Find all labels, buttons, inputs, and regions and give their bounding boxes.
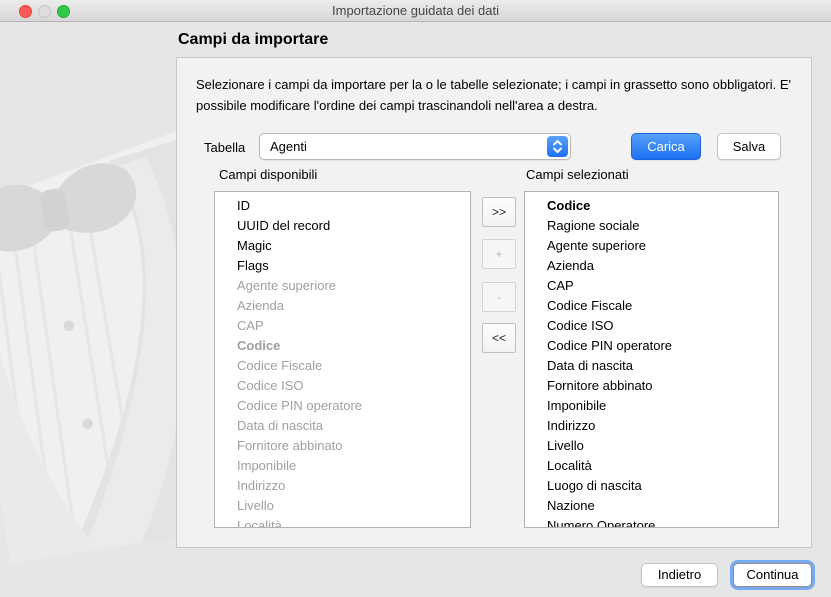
list-item[interactable]: CAP <box>215 316 470 336</box>
instructions-text: Selezionare i campi da importare per la … <box>196 74 798 116</box>
list-item[interactable]: Agente superiore <box>525 236 778 256</box>
table-select-value: Agenti <box>270 139 307 154</box>
load-button[interactable]: Carica <box>631 133 701 160</box>
list-item[interactable]: Luogo di nascita <box>525 476 778 496</box>
remove-field-button: - <box>482 282 516 312</box>
list-item[interactable]: Numero Operatore <box>525 516 778 528</box>
list-item[interactable]: CAP <box>525 276 778 296</box>
move-all-right-button[interactable]: >> <box>482 197 516 227</box>
selected-fields-label: Campi selezionati <box>526 167 629 182</box>
list-item[interactable]: Flags <box>215 256 470 276</box>
save-button[interactable]: Salva <box>717 133 781 160</box>
list-item[interactable]: Fornitore abbinato <box>215 436 470 456</box>
list-item[interactable]: Livello <box>215 496 470 516</box>
add-field-button: + <box>482 239 516 269</box>
list-item[interactable]: Codice PIN operatore <box>215 396 470 416</box>
back-button[interactable]: Indietro <box>641 563 718 587</box>
continue-button[interactable]: Continua <box>733 563 812 587</box>
available-fields-label: Campi disponibili <box>219 167 317 182</box>
list-item[interactable]: Nazione <box>525 496 778 516</box>
import-wizard-window: Importazione guidata dei dati Campi da i… <box>0 0 831 597</box>
list-item[interactable]: Codice ISO <box>525 316 778 336</box>
list-item[interactable]: Codice PIN operatore <box>525 336 778 356</box>
list-item[interactable]: Località <box>525 456 778 476</box>
titlebar: Importazione guidata dei dati <box>0 0 831 22</box>
list-item[interactable]: ID <box>215 196 470 216</box>
list-item[interactable]: Indirizzo <box>525 416 778 436</box>
list-item[interactable]: Data di nascita <box>215 416 470 436</box>
list-item[interactable]: Data di nascita <box>525 356 778 376</box>
list-item[interactable]: UUID del record <box>215 216 470 236</box>
list-item[interactable]: Codice Fiscale <box>525 296 778 316</box>
window-title: Importazione guidata dei dati <box>0 0 831 22</box>
list-item[interactable]: Codice Fiscale <box>215 356 470 376</box>
move-all-left-button[interactable]: << <box>482 323 516 353</box>
table-select[interactable]: Agenti <box>259 133 571 160</box>
chevron-up-down-icon <box>547 136 568 157</box>
list-item[interactable]: Magic <box>215 236 470 256</box>
list-item[interactable]: Imponibile <box>525 396 778 416</box>
list-item[interactable]: Codice ISO <box>215 376 470 396</box>
list-item[interactable]: Ragione sociale <box>525 216 778 236</box>
list-item[interactable]: Indirizzo <box>215 476 470 496</box>
list-item[interactable]: Codice <box>525 196 778 216</box>
list-item[interactable]: Agente superiore <box>215 276 470 296</box>
table-label: Tabella <box>204 140 245 155</box>
available-fields-list[interactable]: IDUUID del recordMagicFlagsAgente superi… <box>214 191 471 528</box>
wizard-panel: Selezionare i campi da importare per la … <box>176 57 812 548</box>
list-item[interactable]: Livello <box>525 436 778 456</box>
list-item[interactable]: Fornitore abbinato <box>525 376 778 396</box>
list-item[interactable]: Località <box>215 516 470 528</box>
list-item[interactable]: Imponibile <box>215 456 470 476</box>
list-item[interactable]: Codice <box>215 336 470 356</box>
list-item[interactable]: Azienda <box>525 256 778 276</box>
page-title: Campi da importare <box>178 31 328 49</box>
list-item[interactable]: Azienda <box>215 296 470 316</box>
selected-fields-list[interactable]: CodiceRagione socialeAgente superioreAzi… <box>524 191 779 528</box>
